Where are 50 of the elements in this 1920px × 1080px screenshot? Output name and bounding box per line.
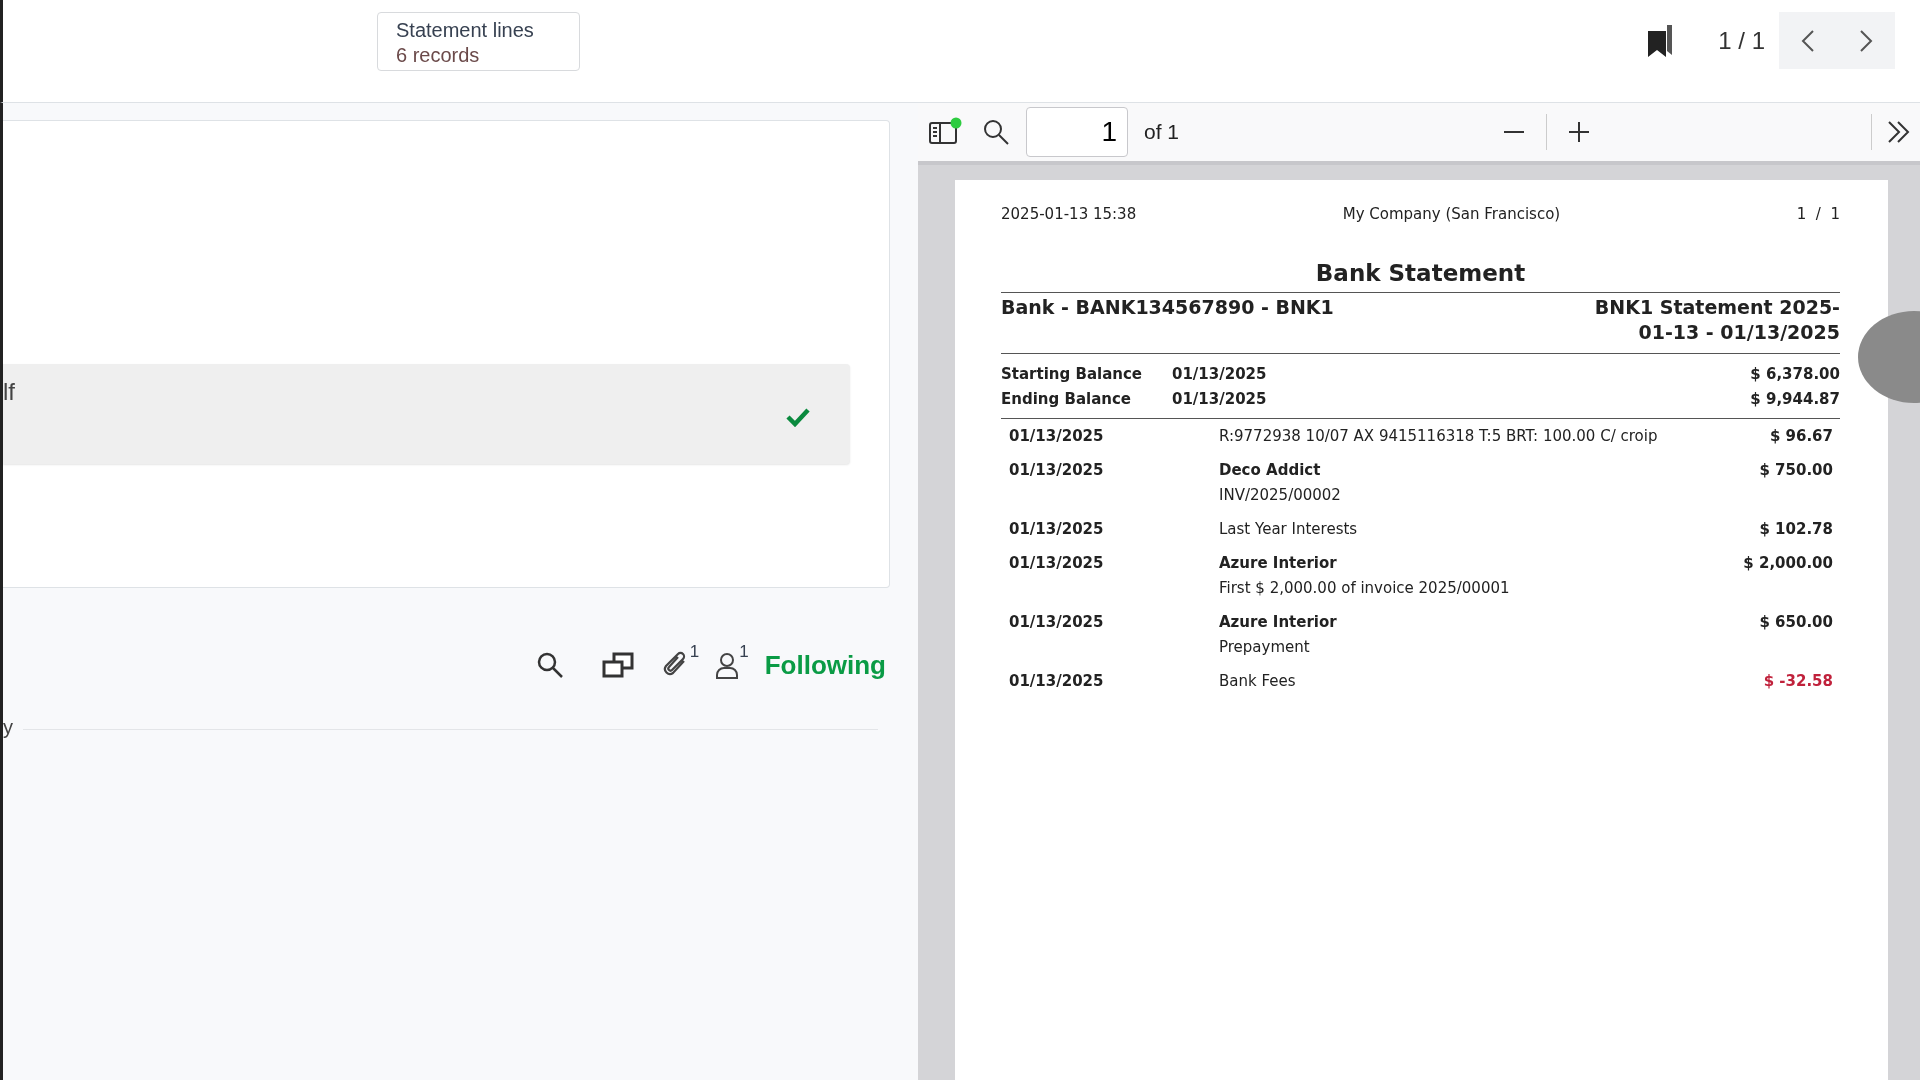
line-label: First $ 2,000.00 of invoice 2025/00001 bbox=[1219, 578, 1511, 599]
line-partner: Azure Interior bbox=[1219, 612, 1338, 633]
follower-count: 1 bbox=[739, 641, 749, 663]
company-name: My Company (San Francisco) bbox=[1342, 204, 1561, 225]
person-icon[interactable] bbox=[715, 650, 740, 680]
double-chevron-icon[interactable] bbox=[1886, 119, 1912, 145]
zoom-in-icon[interactable] bbox=[1567, 120, 1591, 144]
line-partner: Deco Addict bbox=[1219, 460, 1322, 481]
line-amount: $ 750.00 bbox=[1759, 460, 1833, 481]
statement-name: BNK1 Statement 2025-01-13 - 01/13/2025 bbox=[1593, 295, 1840, 345]
search-icon[interactable] bbox=[535, 651, 564, 679]
line-amount: $ 2,000.00 bbox=[1743, 553, 1833, 574]
list-row[interactable]: lf bbox=[3, 364, 850, 464]
print-date: 2025-01-13 15:38 bbox=[1001, 204, 1137, 225]
line-amount: $ 650.00 bbox=[1759, 612, 1833, 633]
line-date: 01/13/2025 bbox=[1009, 553, 1105, 574]
attachment-count: 1 bbox=[689, 641, 700, 663]
line-amount: $ 102.78 bbox=[1759, 519, 1833, 540]
pager-value: 1 / 1 bbox=[1718, 25, 1765, 56]
line-date: 01/13/2025 bbox=[1009, 460, 1105, 481]
overlapping-windows-icon[interactable] bbox=[601, 652, 634, 678]
line-label: R:9772938 10/07 AX 9415116318 T:5 BRT: 100.00 C/ croip bbox=[1219, 426, 1659, 447]
balance-date: 01/13/2025 bbox=[1172, 364, 1267, 385]
document-title: Bank Statement bbox=[1315, 259, 1526, 286]
journal-name: Bank - BANK134567890 - BNK1 bbox=[1001, 295, 1334, 320]
line-partner: Azure Interior bbox=[1219, 553, 1338, 574]
sidebar-toggle-icon[interactable] bbox=[928, 117, 962, 147]
chevron-right-icon bbox=[1859, 28, 1873, 53]
balance-amount: $ 9,944.87 bbox=[1750, 389, 1840, 410]
line-date: 01/13/2025 bbox=[1009, 426, 1105, 447]
line-date: 01/13/2025 bbox=[1009, 612, 1105, 633]
chevron-left-icon bbox=[1801, 28, 1815, 53]
page-number-field[interactable]: 1 bbox=[1026, 107, 1128, 157]
line-label: INV/2025/00002 bbox=[1219, 485, 1342, 506]
line-label: Bank Fees bbox=[1219, 671, 1297, 692]
line-date: 01/13/2025 bbox=[1009, 671, 1105, 692]
line-amount: $ -32.58 bbox=[1763, 671, 1833, 692]
balance-date: 01/13/2025 bbox=[1172, 389, 1267, 410]
line-label: Prepayment bbox=[1219, 637, 1311, 658]
line-amount: $ 96.67 bbox=[1769, 426, 1833, 447]
line-label: Last Year Interests bbox=[1219, 519, 1359, 540]
balance-label: Starting Balance bbox=[1001, 364, 1143, 385]
page-counter: 1 / 1 bbox=[1796, 204, 1840, 225]
statement-lines-button[interactable]: Statement lines 6 records bbox=[377, 12, 580, 71]
page-total: of 1 bbox=[1144, 119, 1180, 146]
search-icon[interactable] bbox=[982, 118, 1010, 146]
row-text: lf bbox=[3, 377, 15, 407]
balance-amount: $ 6,378.00 bbox=[1750, 364, 1840, 385]
balance-label: Ending Balance bbox=[1001, 389, 1132, 410]
line-date: 01/13/2025 bbox=[1009, 519, 1105, 540]
